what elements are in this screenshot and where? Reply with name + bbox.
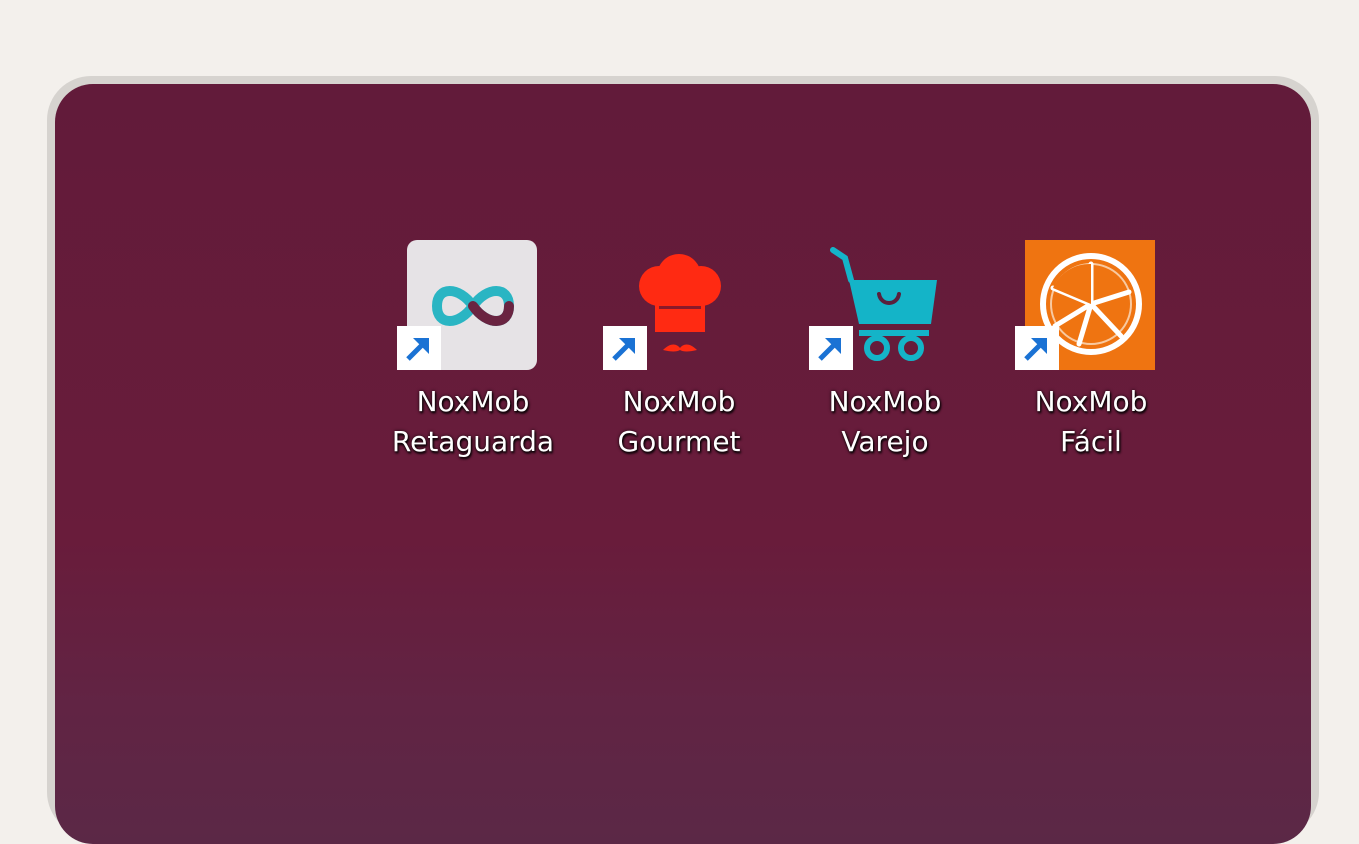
shortcut-arrow-icon (809, 326, 853, 370)
desktop-shortcut-noxmob-gourmet[interactable]: NoxMob Gourmet (589, 240, 769, 480)
shortcut-label: NoxMob Varejo (828, 385, 942, 458)
desktop-icon-area: NoxMob Retaguarda NoxMob Gourmet NoxMob … (55, 84, 1311, 844)
shortcut-arrow-icon (603, 326, 647, 370)
desktop-shortcut-noxmob-facil[interactable]: NoxMob Fácil (1001, 240, 1181, 480)
shortcut-label: NoxMob Retaguarda (391, 385, 555, 458)
shortcut-arrow-icon (397, 326, 441, 370)
desktop[interactable]: NoxMob Retaguarda NoxMob Gourmet NoxMob … (55, 84, 1311, 844)
desktop-shortcut-noxmob-varejo[interactable]: NoxMob Varejo (795, 240, 975, 480)
shortcut-label: NoxMob Fácil (1034, 385, 1148, 458)
desktop-shortcut-noxmob-retaguarda[interactable]: NoxMob Retaguarda (383, 240, 563, 480)
shortcut-arrow-icon (1015, 326, 1059, 370)
shortcut-label: NoxMob Gourmet (617, 385, 741, 458)
